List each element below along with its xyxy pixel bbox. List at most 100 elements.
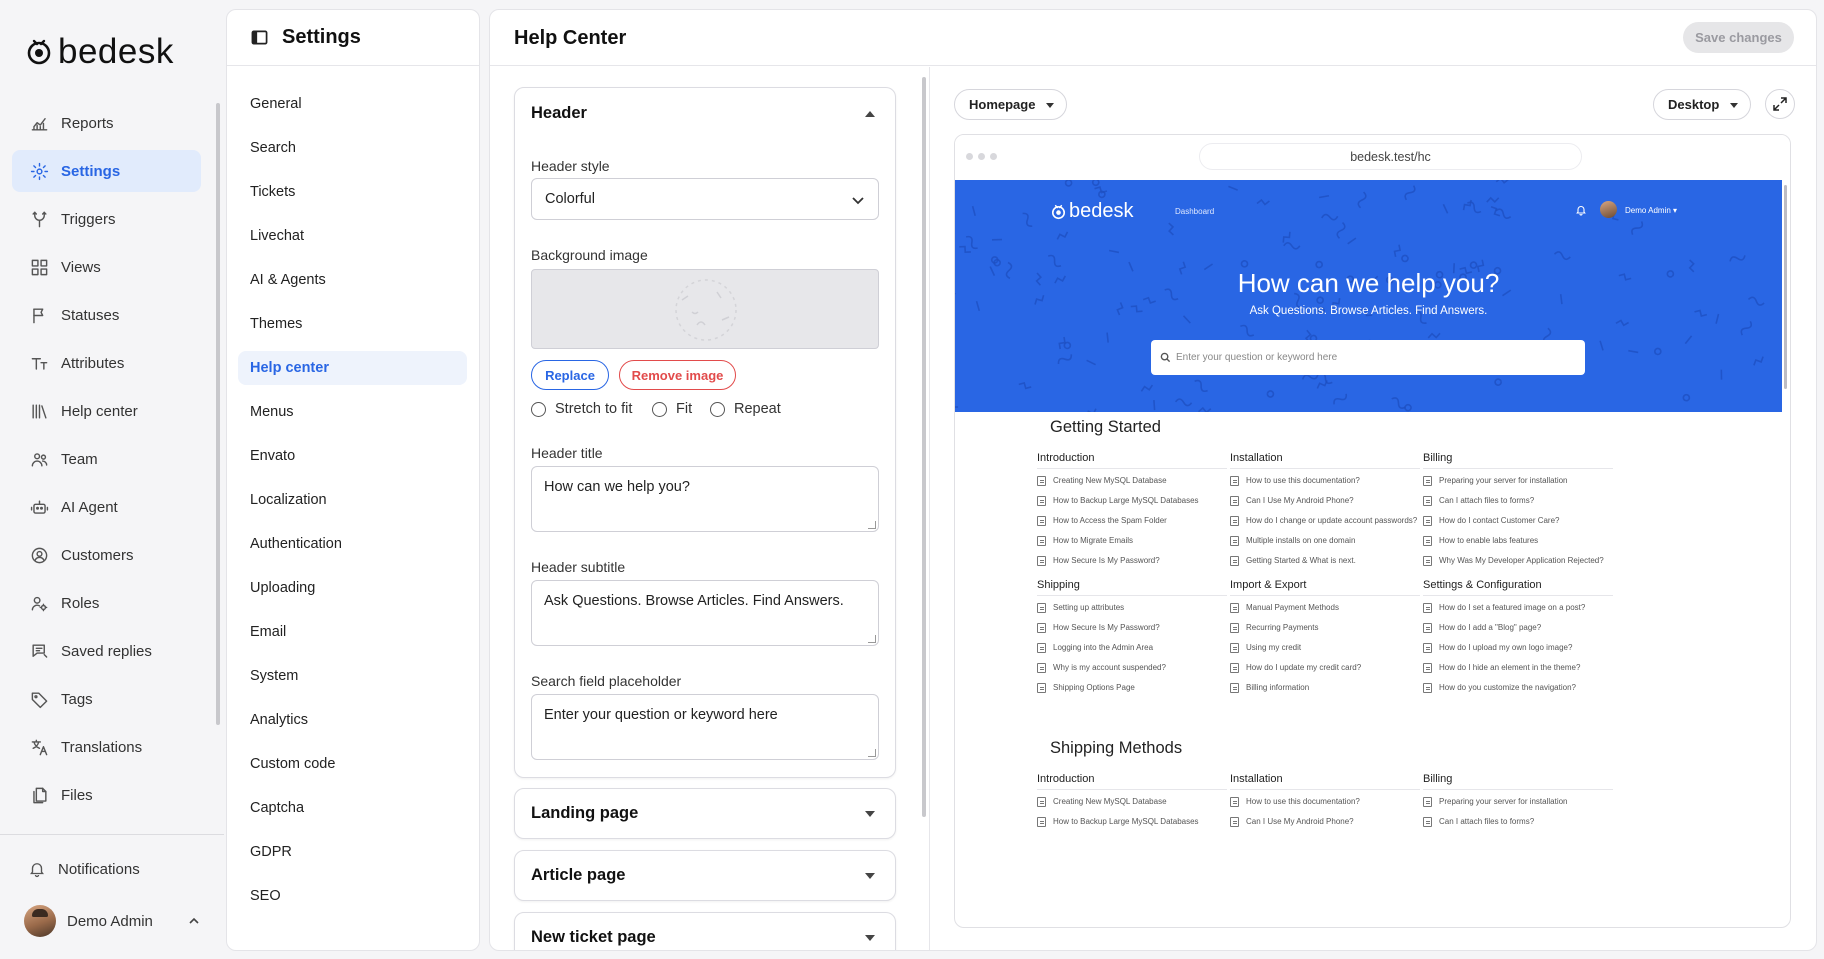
settings-item-uploading[interactable]: Uploading (238, 571, 467, 605)
article-link: How to use this documentation? (1230, 476, 1420, 486)
settings-item-livechat[interactable]: Livechat (238, 219, 467, 253)
save-button[interactable]: Save changes (1683, 22, 1794, 53)
url-bar: bedesk.test/hc (1199, 143, 1582, 170)
document-icon (1230, 797, 1239, 807)
category-heading: Introduction (1037, 773, 1227, 790)
search-placeholder-input[interactable]: Enter your question or keyword here (531, 694, 879, 760)
radio-circle[interactable] (531, 401, 546, 417)
sidebar-item-settings[interactable]: Settings (12, 150, 201, 192)
settings-item-system[interactable]: System (238, 659, 467, 693)
radio-stretch[interactable]: Stretch to fit (531, 401, 632, 417)
settings-item-menus[interactable]: Menus (238, 395, 467, 429)
section-title: Article page (531, 866, 626, 884)
notifications-link[interactable]: Notifications (28, 860, 140, 878)
article-link: Can I Use My Android Phone? (1230, 817, 1420, 827)
header-title-input[interactable]: How can we help you? (531, 466, 879, 532)
replace-button[interactable]: Replace (531, 360, 609, 390)
document-icon (1423, 663, 1432, 673)
robot-icon (29, 497, 49, 517)
sidebar-item-ai-agent[interactable]: AI Agent (12, 486, 201, 528)
settings-item-general[interactable]: General (238, 87, 467, 121)
document-icon (1423, 556, 1432, 566)
header-style-label: Header style (531, 158, 610, 174)
new-ticket-page-section[interactable]: New ticket page (514, 912, 896, 950)
page-title: Help Center (514, 27, 627, 49)
settings-header: Settings (227, 10, 479, 66)
remove-image-button[interactable]: Remove image (619, 360, 736, 390)
fullscreen-button[interactable] (1765, 89, 1795, 119)
document-icon (1037, 556, 1046, 566)
sidebar-item-help-center[interactable]: Help center (12, 390, 201, 432)
header-style-select[interactable]: Colorful (531, 178, 879, 220)
page-select[interactable]: Homepage (954, 89, 1067, 120)
radio-circle[interactable] (710, 401, 725, 417)
app-logo[interactable]: bedesk (26, 32, 174, 72)
preview-category: Installation How to use this documentatio… (1230, 452, 1420, 576)
sidebar-item-triggers[interactable]: Triggers (12, 198, 201, 240)
sidebar-item-team[interactable]: Team (12, 438, 201, 480)
chevron-down-icon (852, 197, 864, 205)
settings-item-themes[interactable]: Themes (238, 307, 467, 341)
radio-fit[interactable]: Fit (652, 401, 692, 417)
expand-icon[interactable] (865, 873, 875, 879)
article-link: Manual Payment Methods (1230, 603, 1420, 613)
grid-icon (29, 257, 49, 277)
collapse-icon[interactable] (865, 111, 875, 117)
settings-item-envato[interactable]: Envato (238, 439, 467, 473)
radio-circle[interactable] (652, 401, 667, 417)
main-sidebar: bedesk Reports Settings Triggers Views Statu… (0, 0, 224, 959)
sidebar-item-reports[interactable]: Reports (12, 102, 201, 144)
sidebar-toggle-icon[interactable] (251, 29, 268, 46)
article-link: How do I update my credit card? (1230, 663, 1420, 673)
preview-category: Settings & Configuration How do I set a f… (1423, 579, 1613, 703)
sidebar-item-attributes[interactable]: Attributes (12, 342, 201, 384)
article-page-section[interactable]: Article page (514, 850, 896, 901)
settings-item-analytics[interactable]: Analytics (238, 703, 467, 737)
sidebar-item-roles[interactable]: Roles (12, 582, 201, 624)
column-divider (929, 67, 930, 950)
radio-repeat[interactable]: Repeat (710, 401, 781, 417)
sidebar-item-statuses[interactable]: Statuses (12, 294, 201, 336)
settings-item-tickets[interactable]: Tickets (238, 175, 467, 209)
editor-scrollbar[interactable] (922, 77, 926, 817)
settings-item-gdpr[interactable]: GDPR (238, 835, 467, 869)
settings-item-search[interactable]: Search (238, 131, 467, 165)
article-link: How to Backup Large MySQL Databases (1037, 817, 1227, 827)
article-link: Using my credit (1230, 643, 1420, 653)
expand-icon[interactable] (865, 811, 875, 817)
settings-item-ai-agents[interactable]: AI & Agents (238, 263, 467, 297)
settings-item-localization[interactable]: Localization (238, 483, 467, 517)
settings-item-email[interactable]: Email (238, 615, 467, 649)
sidebar-scrollbar[interactable] (216, 103, 220, 725)
landing-page-section[interactable]: Landing page (514, 788, 896, 839)
document-icon (1423, 623, 1432, 633)
settings-item-help-center[interactable]: Help center (238, 351, 467, 385)
article-link: Billing information (1230, 683, 1420, 693)
sidebar-item-label: Help center (61, 402, 138, 420)
sidebar-item-saved-replies[interactable]: Saved replies (12, 630, 201, 672)
sidebar-item-translations[interactable]: Translations (12, 726, 201, 768)
sidebar-item-views[interactable]: Views (12, 246, 201, 288)
sidebar-item-label: Attributes (61, 354, 125, 372)
sidebar-item-tags[interactable]: Tags (12, 678, 201, 720)
expand-icon[interactable] (865, 935, 875, 941)
document-icon (1037, 496, 1046, 506)
chart-icon (29, 113, 49, 133)
settings-item-custom-code[interactable]: Custom code (238, 747, 467, 781)
background-image-label: Background image (531, 247, 648, 263)
sidebar-item-files[interactable]: Files (12, 774, 201, 816)
sidebar-item-label: Triggers (61, 210, 116, 228)
section-title[interactable]: Header (531, 104, 587, 123)
settings-item-captcha[interactable]: Captcha (238, 791, 467, 825)
category-heading: Installation (1230, 773, 1420, 790)
settings-item-authentication[interactable]: Authentication (238, 527, 467, 561)
settings-item-seo[interactable]: SEO (238, 879, 467, 913)
translate-icon (29, 737, 49, 757)
category-heading: Import & Export (1230, 579, 1420, 596)
preview-logo: bedesk (1051, 200, 1134, 223)
header-subtitle-input[interactable]: Ask Questions. Browse Articles. Find Ans… (531, 580, 879, 646)
user-menu[interactable]: Demo Admin (24, 905, 200, 937)
device-select[interactable]: Desktop (1653, 89, 1751, 120)
message-icon (29, 641, 49, 661)
sidebar-item-customers[interactable]: Customers (12, 534, 201, 576)
